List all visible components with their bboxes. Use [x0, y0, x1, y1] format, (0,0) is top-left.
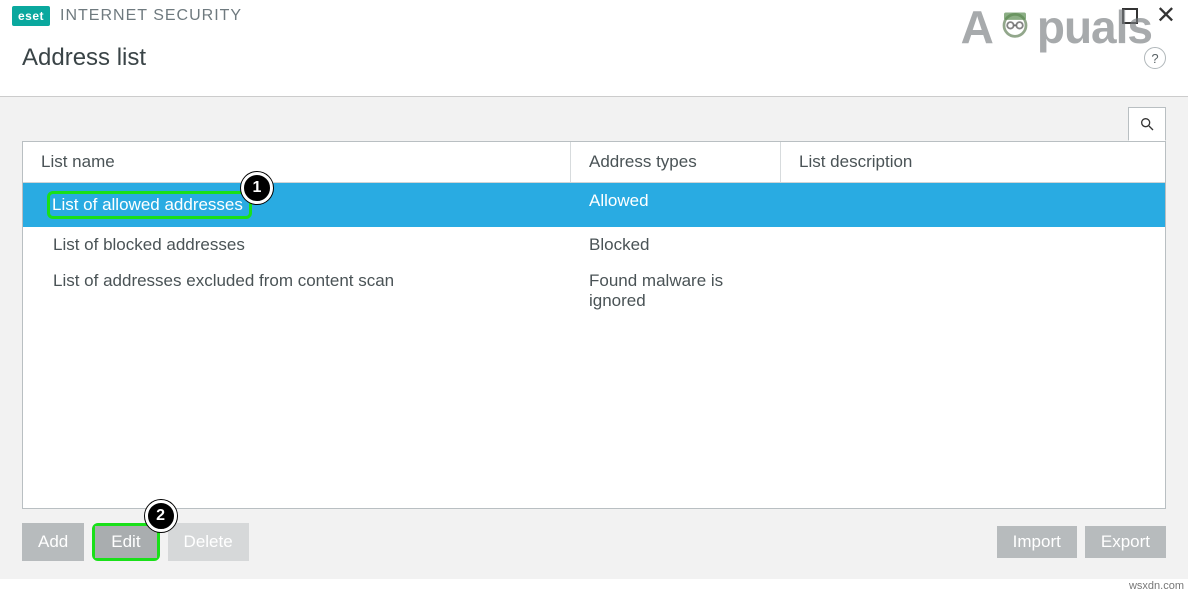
col-header-types[interactable]: Address types — [571, 142, 781, 182]
edit-button[interactable]: Edit — [95, 526, 156, 558]
cell-name: List of blocked addresses — [23, 227, 571, 263]
cell-types: Found malware is ignored — [571, 263, 781, 319]
page-header: Address list ? — [0, 28, 1188, 97]
address-list-table: List name Address types List description… — [22, 141, 1166, 509]
add-button[interactable]: Add — [22, 523, 84, 561]
cell-types: Blocked — [571, 227, 781, 263]
window-controls: ✕ — [1122, 8, 1176, 24]
cell-types: Allowed — [571, 183, 781, 227]
search-tab[interactable] — [1128, 107, 1166, 141]
cell-desc — [781, 183, 1165, 227]
cell-name: List of addresses excluded from content … — [23, 263, 571, 319]
left-button-group: Add Edit 2 Delete — [22, 523, 249, 561]
annotation-highlight-2: Edit 2 — [92, 523, 159, 561]
watermark-source: wsxdn.com — [1129, 580, 1184, 592]
close-icon[interactable]: ✕ — [1156, 8, 1176, 24]
search-icon — [1139, 116, 1155, 132]
delete-button[interactable]: Delete — [168, 523, 249, 561]
cell-desc — [781, 263, 1165, 319]
row-name-text: List of allowed addresses — [52, 195, 243, 214]
help-button[interactable]: ? — [1144, 47, 1166, 69]
table-row[interactable]: List of allowed addresses 1 Allowed — [23, 183, 1165, 227]
page-title: Address list — [22, 44, 146, 72]
annotation-highlight-1: List of allowed addresses 1 — [47, 191, 252, 219]
brand: eset INTERNET SECURITY — [12, 6, 242, 26]
col-header-desc[interactable]: List description — [781, 142, 1165, 182]
cell-name: List of allowed addresses 1 — [23, 183, 571, 227]
col-header-name[interactable]: List name — [23, 142, 571, 182]
window-titlebar: eset INTERNET SECURITY ✕ — [0, 0, 1188, 28]
table-row[interactable]: List of blocked addresses Blocked — [23, 227, 1165, 263]
eset-logo: eset — [12, 6, 50, 26]
content-area: List name Address types List description… — [0, 97, 1188, 579]
footer-buttons: Add Edit 2 Delete Import Export — [22, 523, 1166, 561]
annotation-badge-2: 2 — [145, 500, 177, 532]
export-button[interactable]: Export — [1085, 526, 1166, 558]
table-body: List of allowed addresses 1 Allowed List… — [23, 183, 1165, 319]
annotation-badge-1: 1 — [241, 172, 273, 204]
maximize-icon[interactable] — [1122, 8, 1138, 24]
cell-desc — [781, 227, 1165, 263]
right-button-group: Import Export — [997, 526, 1166, 558]
product-name: INTERNET SECURITY — [60, 7, 242, 25]
table-header: List name Address types List description — [23, 142, 1165, 183]
table-row[interactable]: List of addresses excluded from content … — [23, 263, 1165, 319]
import-button[interactable]: Import — [997, 526, 1077, 558]
